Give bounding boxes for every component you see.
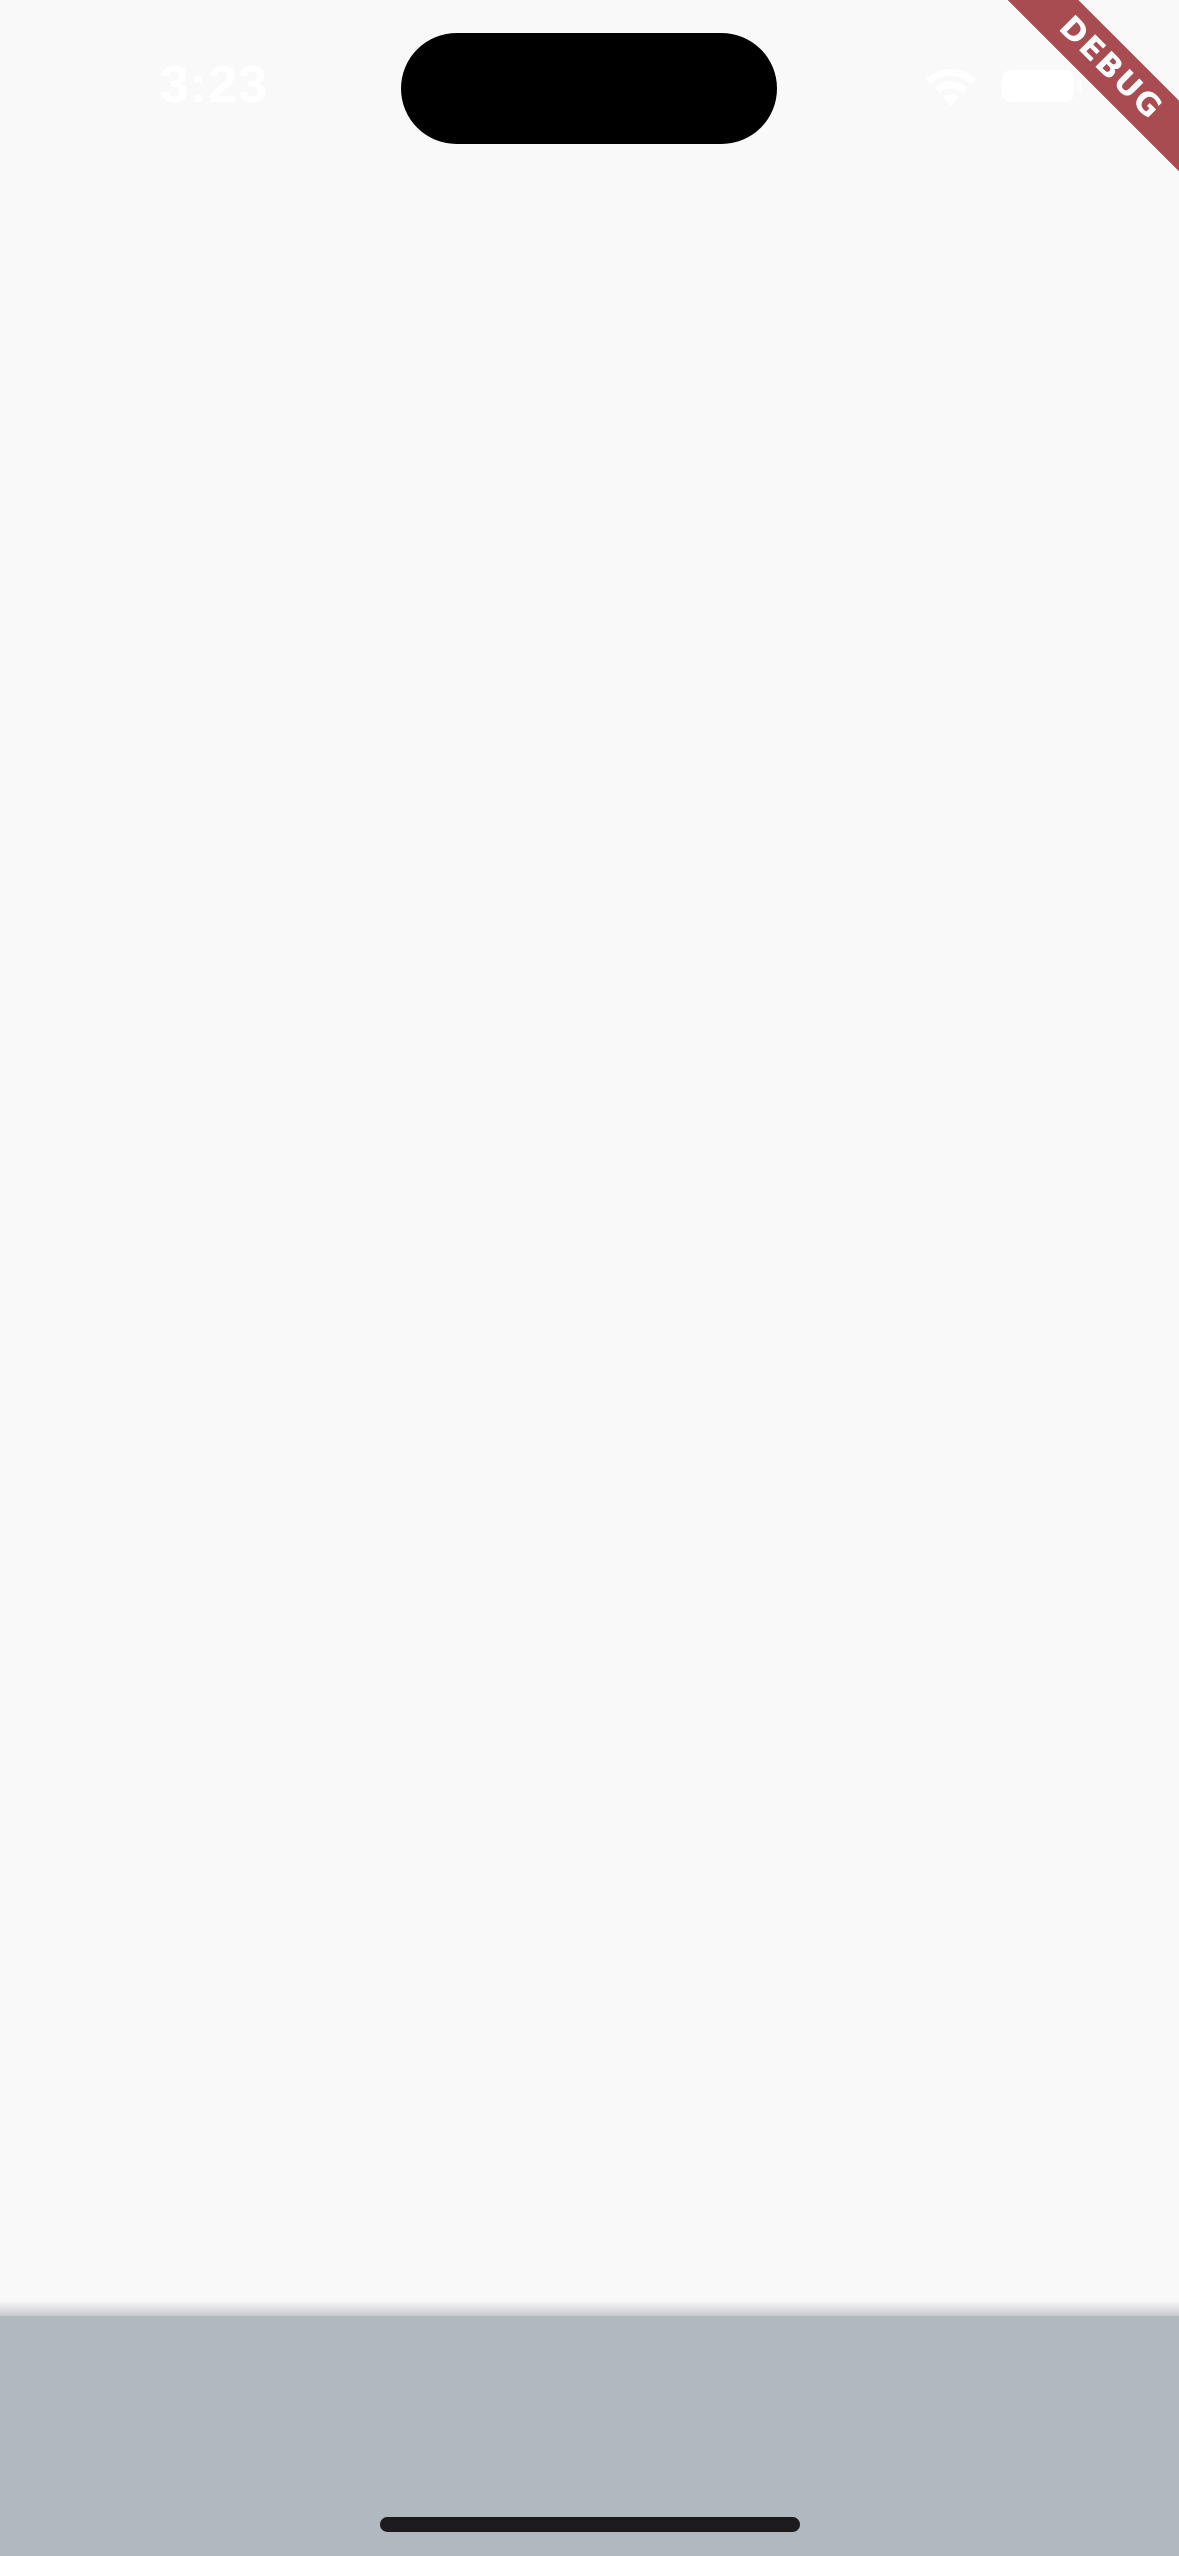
dynamic-island — [401, 33, 777, 144]
main-content-area — [0, 150, 1179, 2310]
status-bar-time: 3:23 — [160, 56, 269, 114]
home-indicator[interactable] — [380, 2517, 800, 2532]
battery-icon — [1002, 70, 1082, 102]
wifi-icon — [926, 68, 976, 106]
app-screen: 3:23 DEBUG — [0, 0, 1179, 2556]
